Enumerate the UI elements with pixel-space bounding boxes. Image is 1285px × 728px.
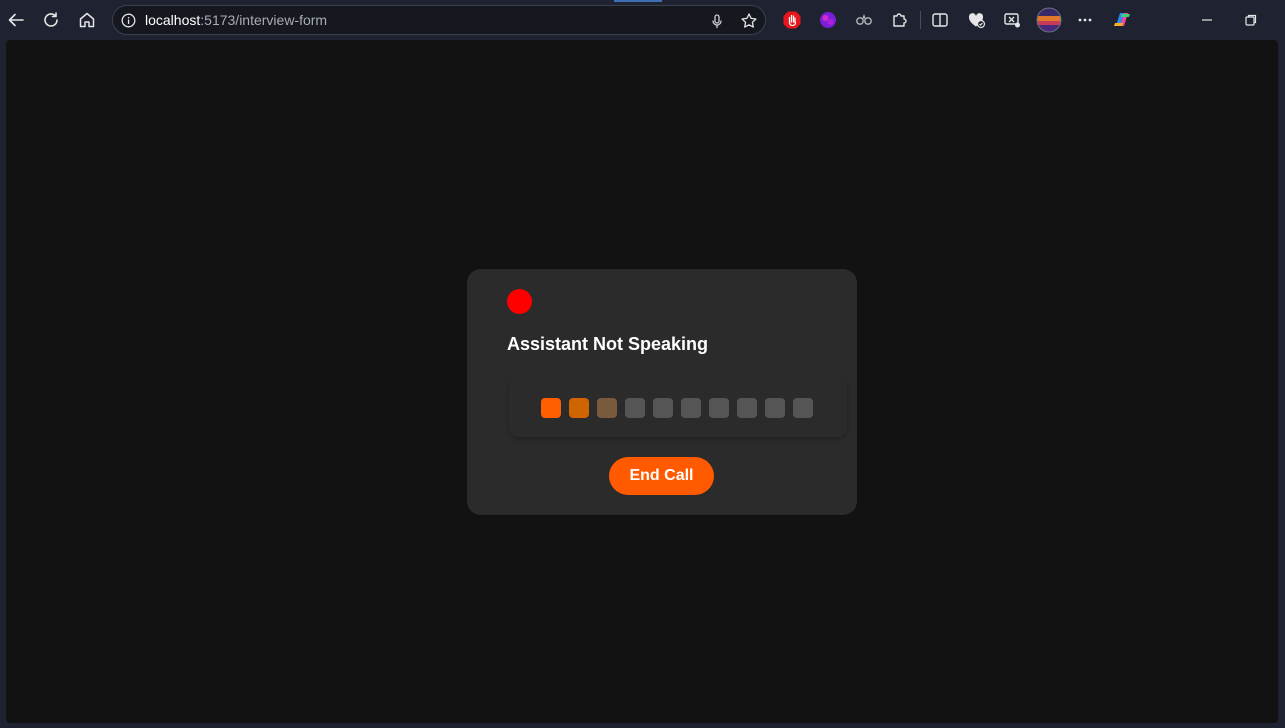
home-button[interactable] (75, 8, 99, 32)
home-icon (79, 12, 95, 28)
volume-bar-7 (709, 398, 729, 418)
restore-icon[interactable] (1240, 9, 1262, 31)
refresh-button[interactable] (39, 8, 63, 32)
minimize-icon[interactable] (1196, 9, 1218, 31)
profile-avatar[interactable] (1036, 7, 1062, 33)
url-host: localhost (145, 12, 201, 28)
browser-essentials-icon[interactable] (965, 9, 987, 31)
info-icon[interactable] (120, 12, 136, 28)
copilot-icon[interactable] (1111, 9, 1133, 31)
volume-bar-1 (541, 398, 561, 418)
microphone-icon[interactable] (707, 11, 727, 31)
toolbar-divider (920, 11, 921, 29)
url-text[interactable]: localhost:5173/interview-form (145, 13, 327, 28)
volume-bar-2 (569, 398, 589, 418)
address-bar[interactable]: localhost:5173/interview-form (112, 5, 766, 35)
volume-bar-4 (625, 398, 645, 418)
volume-bar-6 (681, 398, 701, 418)
purple-extension-icon[interactable] (817, 9, 839, 31)
screenshot-icon[interactable] (1001, 9, 1023, 31)
puzzle-icon[interactable] (889, 9, 911, 31)
volume-bar-10 (793, 398, 813, 418)
volume-bar-5 (653, 398, 673, 418)
volume-bar-9 (765, 398, 785, 418)
status-indicator-dot (507, 289, 532, 314)
call-status-card: Assistant Not Speaking End Call (467, 269, 857, 515)
back-button[interactable] (4, 8, 28, 32)
stop-hand-extension-icon[interactable] (781, 9, 803, 31)
more-icon[interactable] (1074, 9, 1096, 31)
split-screen-icon[interactable] (929, 9, 951, 31)
volume-bar-8 (737, 398, 757, 418)
volume-bar-3 (597, 398, 617, 418)
volume-meter (509, 377, 847, 437)
link-extension-icon[interactable] (853, 9, 875, 31)
assistant-status-title: Assistant Not Speaking (507, 334, 709, 354)
page-viewport: Assistant Not Speaking End Call (6, 40, 1278, 723)
end-call-button[interactable]: End Call (609, 457, 714, 495)
star-icon[interactable] (739, 11, 759, 31)
active-tab-indicator (614, 0, 662, 2)
volume-bars (541, 398, 813, 418)
browser-title-bar: localhost:5173/interview-form (0, 0, 1285, 40)
back-arrow-icon (8, 13, 24, 27)
url-path: :5173/interview-form (200, 12, 328, 28)
refresh-icon (44, 12, 58, 27)
